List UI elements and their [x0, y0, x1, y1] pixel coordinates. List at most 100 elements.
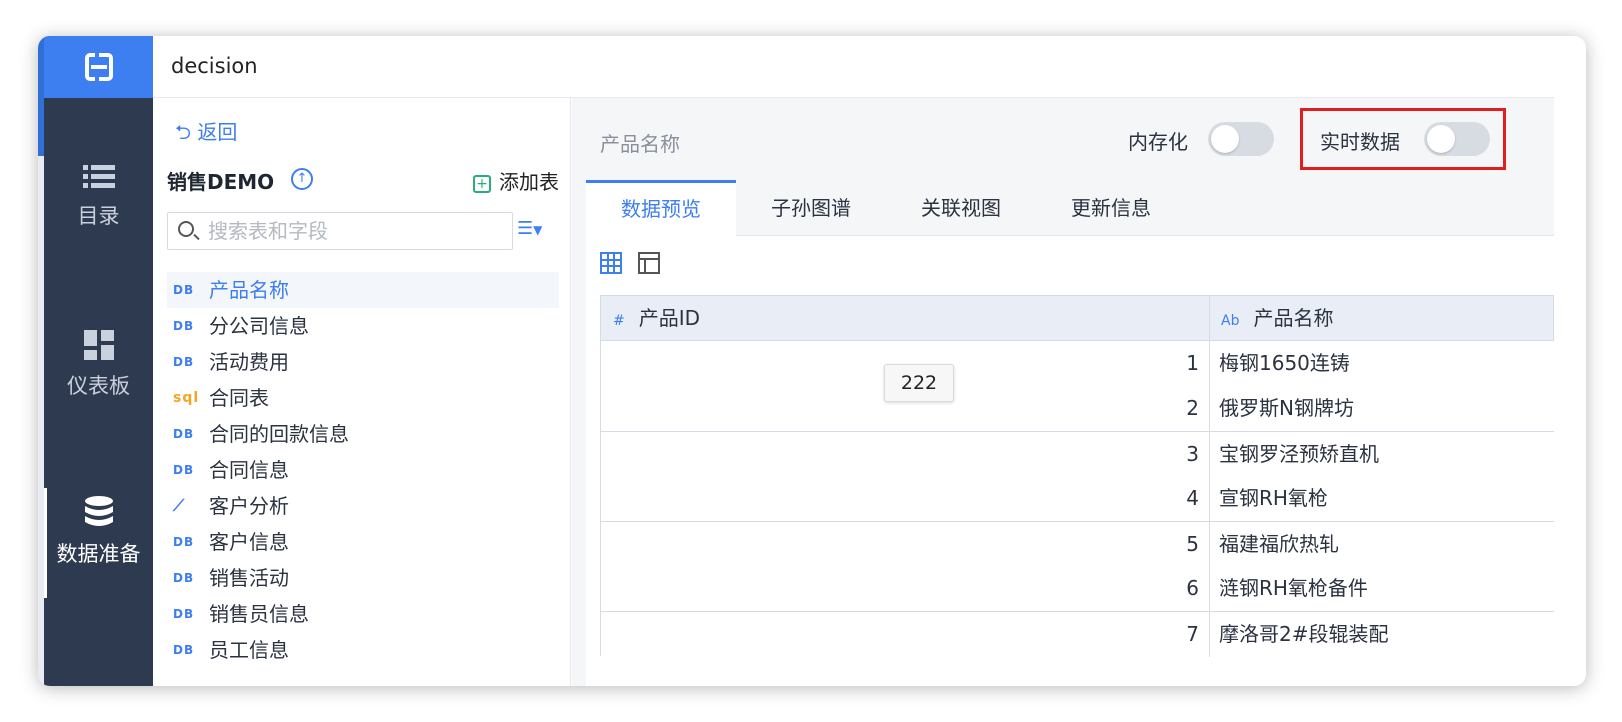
table-item[interactable]: DB 销售员信息	[167, 596, 559, 632]
database-icon	[84, 496, 113, 526]
back-label: 返回	[197, 120, 238, 144]
table-label: 员工信息	[209, 638, 289, 662]
add-icon: +	[473, 175, 491, 193]
sort-filter-button[interactable]: ☰▼	[517, 218, 542, 239]
table-label: 合同表	[209, 386, 269, 410]
cell-id: 4	[1186, 486, 1199, 510]
analysis-icon: ⟋	[173, 496, 186, 515]
cell-id: 6	[1186, 576, 1199, 600]
table-label: 合同信息	[209, 458, 289, 482]
back-arrow-icon: ⮌	[175, 120, 192, 144]
data-grid: # 产品ID Ab 产品名称 1 梅钢1650连铸 2 俄罗斯N钢牌坊 3 宝钢罗泾预矫直…	[600, 295, 1554, 657]
upload-icon[interactable]: ↑	[291, 168, 313, 190]
table-row: 6 涟钢RH氧枪备件	[600, 566, 1554, 611]
tooltip: 222	[884, 364, 954, 402]
table-list-panel: ⮌ 返回 销售DEMO ↑ + 添加表 ☰▼ DB 产品名称 DB 分公司信息 DB 活…	[153, 98, 571, 686]
db-icon: DB	[173, 535, 195, 549]
cell-id: 5	[1186, 532, 1199, 556]
memory-toggle[interactable]	[1208, 122, 1274, 156]
tab-relation[interactable]: 关联视图	[886, 180, 1036, 236]
package-name: 销售DEMO	[167, 170, 275, 194]
nav-label: 数据准备	[56, 542, 141, 566]
tab-update-info[interactable]: 更新信息	[1036, 180, 1186, 236]
table-label: 客户信息	[209, 530, 289, 554]
table-row: 5 福建福欣热轧	[600, 521, 1554, 567]
cell-name: 俄罗斯N钢牌坊	[1219, 396, 1354, 420]
table-item[interactable]: DB 客户信息	[167, 524, 559, 560]
tab-lineage[interactable]: 子孙图谱	[736, 180, 886, 236]
grid-header: # 产品ID Ab 产品名称	[600, 295, 1554, 341]
table-list: DB 产品名称 DB 分公司信息 DB 活动费用 sql 合同表 DB 合同的回款信息 D…	[167, 272, 559, 668]
app-window: 目录 仪表板 数据准备 decision ⮌ 返回 销售DEMO ↑ + 添加表…	[38, 36, 1554, 686]
db-icon: DB	[173, 319, 195, 333]
table-label: 销售员信息	[209, 602, 309, 626]
table-item[interactable]: DB 合同信息	[167, 452, 559, 488]
db-icon: DB	[173, 643, 195, 657]
realtime-label: 实时数据	[1320, 130, 1400, 154]
table-item[interactable]: sql 合同表	[167, 380, 559, 416]
number-type-icon: #	[613, 313, 625, 329]
cell-name: 涟钢RH氧枪备件	[1219, 576, 1368, 600]
table-row: 3 宝钢罗泾预矫直机	[600, 431, 1554, 477]
table-item[interactable]: DB 员工信息	[167, 632, 559, 668]
search-input[interactable]	[208, 213, 508, 249]
package-row: 销售DEMO ↑ + 添加表	[167, 164, 559, 196]
column-label: 产品名称	[1253, 306, 1334, 330]
table-row: 4 宣钢RH氧枪	[600, 476, 1554, 521]
table-item[interactable]: DB 销售活动	[167, 560, 559, 596]
search-box	[167, 212, 513, 250]
detail-header: 产品名称 内存化 实时数据	[572, 98, 1554, 180]
table-item[interactable]: DB 合同的回款信息	[167, 416, 559, 452]
logo[interactable]	[44, 36, 153, 98]
grid-view-icon[interactable]	[600, 252, 622, 274]
table-item[interactable]: DB 产品名称	[167, 272, 559, 308]
search-icon	[178, 221, 194, 237]
layout-view-icon[interactable]	[638, 252, 660, 274]
back-link[interactable]: ⮌ 返回	[175, 116, 237, 152]
db-icon: DB	[173, 283, 195, 297]
memory-label: 内存化	[1128, 130, 1188, 154]
nav-label: 仪表板	[67, 374, 130, 398]
db-icon: DB	[173, 427, 195, 441]
nav-rail: 目录 仪表板 数据准备	[44, 36, 153, 686]
cell-name: 摩洛哥2#段辊装配	[1219, 622, 1389, 646]
tab-preview[interactable]: 数据预览	[586, 180, 736, 236]
table-item[interactable]: DB 活动费用	[167, 344, 559, 380]
cell-name: 宣钢RH氧枪	[1219, 486, 1328, 510]
nav-item-data-prep[interactable]: 数据准备	[44, 496, 153, 568]
table-label: 合同的回款信息	[209, 422, 349, 446]
table-item[interactable]: ⟋ 客户分析	[167, 488, 559, 524]
detail-tabs: 数据预览 子孙图谱 关联视图 更新信息	[586, 180, 1554, 236]
app-title: decision	[171, 54, 258, 78]
cell-name: 宝钢罗泾预矫直机	[1219, 442, 1379, 466]
fine-logo-icon	[84, 53, 113, 81]
cell-name: 梅钢1650连铸	[1219, 351, 1350, 375]
table-row: 1 梅钢1650连铸	[600, 341, 1554, 386]
top-bar: decision	[153, 36, 1554, 98]
db-icon: DB	[173, 571, 195, 585]
db-icon: DB	[173, 355, 195, 369]
table-title: 产品名称	[600, 132, 680, 156]
table-detail-panel: 产品名称 内存化 实时数据 数据预览 子孙图谱 关联视图 更新信息 # 产品ID…	[572, 98, 1554, 686]
add-table-label: 添加表	[499, 170, 559, 194]
list-icon	[82, 165, 115, 188]
table-label: 分公司信息	[209, 314, 309, 338]
realtime-toggle[interactable]	[1424, 122, 1490, 156]
table-label: 活动费用	[209, 350, 289, 374]
table-label: 销售活动	[209, 566, 289, 590]
cell-id: 3	[1186, 442, 1199, 466]
sort-icon: ☰	[517, 218, 534, 239]
table-row: 2 俄罗斯N钢牌坊	[600, 386, 1554, 431]
table-row: 7 摩洛哥2#段辊装配	[600, 611, 1554, 657]
table-item[interactable]: DB 分公司信息	[167, 308, 559, 344]
nav-item-dashboard[interactable]: 仪表板	[44, 330, 153, 400]
table-label: 客户分析	[209, 494, 289, 518]
db-icon: DB	[173, 607, 195, 621]
dropdown-caret-icon: ▼	[533, 223, 543, 237]
column-label: 产品ID	[638, 306, 701, 330]
column-header-id[interactable]: # 产品ID	[613, 296, 700, 340]
add-table-button[interactable]: + 添加表	[473, 166, 559, 195]
sql-icon: sql	[173, 390, 200, 406]
nav-item-catalog[interactable]: 目录	[44, 164, 153, 230]
column-header-name[interactable]: Ab 产品名称	[1221, 296, 1333, 340]
